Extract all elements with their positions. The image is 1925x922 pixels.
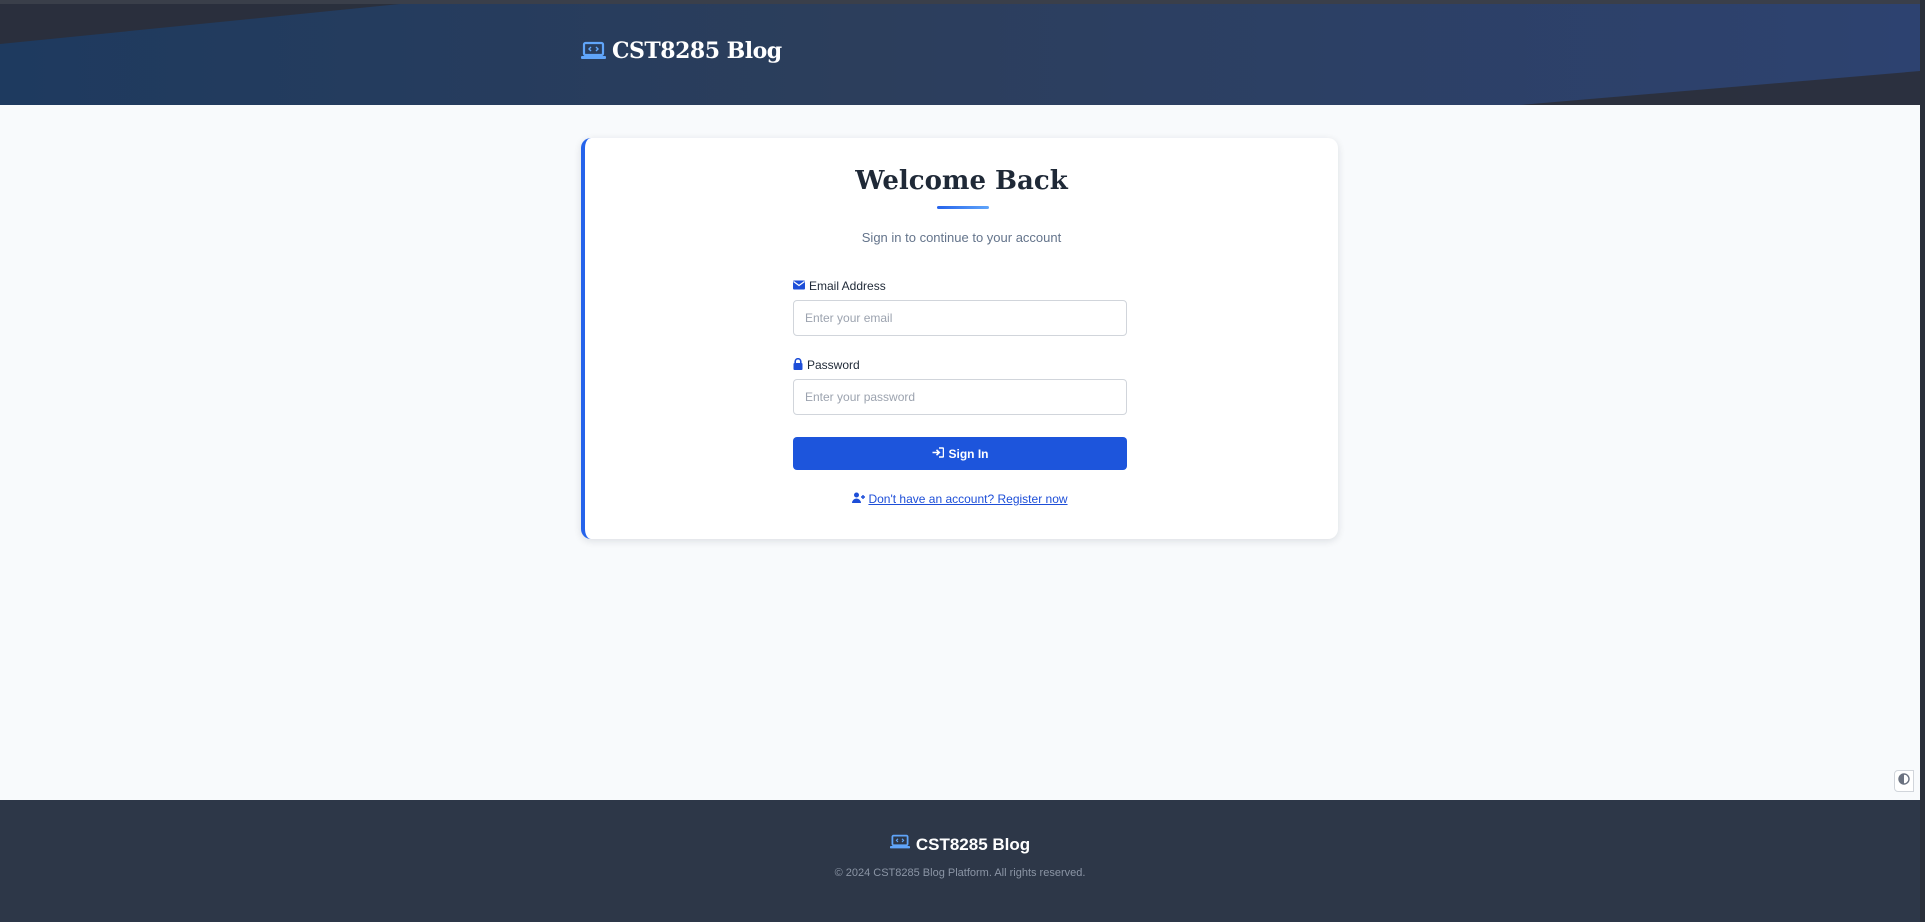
register-row: Don't have an account? Register now bbox=[793, 490, 1127, 508]
password-label: Password bbox=[793, 357, 1127, 373]
register-link[interactable]: Don't have an account? Register now bbox=[868, 492, 1067, 506]
footer-brand: CST8285 Blog bbox=[0, 834, 1920, 855]
envelope-icon bbox=[793, 279, 805, 293]
sign-in-icon bbox=[932, 446, 944, 461]
header-decoration bbox=[1520, 71, 1920, 105]
lock-icon bbox=[793, 357, 803, 373]
site-footer: CST8285 Blog © 2024 CST8285 Blog Platfor… bbox=[0, 800, 1920, 922]
email-field[interactable] bbox=[793, 300, 1127, 336]
circle-half-icon bbox=[1898, 772, 1910, 790]
header-brand-text: CST8285 Blog bbox=[612, 38, 782, 64]
laptop-code-icon bbox=[581, 41, 606, 61]
email-group: Email Address bbox=[793, 278, 1127, 336]
sign-in-label: Sign In bbox=[948, 446, 989, 461]
password-group: Password bbox=[793, 357, 1127, 415]
email-label: Email Address bbox=[793, 278, 1127, 294]
side-widget-button[interactable] bbox=[1894, 770, 1914, 792]
password-label-text: Password bbox=[807, 358, 860, 372]
email-label-text: Email Address bbox=[809, 279, 886, 293]
header-brand-link[interactable]: CST8285 Blog bbox=[581, 38, 782, 64]
laptop-code-icon bbox=[889, 834, 910, 855]
page-subtitle: Sign in to continue to your account bbox=[861, 230, 1062, 245]
footer-brand-text: CST8285 Blog bbox=[915, 834, 1031, 854]
page: CST8285 Blog Welcome Back Sign in to con… bbox=[0, 0, 1920, 922]
site-header: CST8285 Blog bbox=[0, 0, 1920, 105]
login-form: Email Address Password bbox=[793, 278, 1127, 508]
user-plus-icon bbox=[852, 490, 866, 508]
title-underline bbox=[937, 206, 989, 209]
sign-in-button[interactable]: Sign In bbox=[793, 437, 1127, 470]
page-title: Welcome Back bbox=[855, 166, 1068, 196]
password-field[interactable] bbox=[793, 379, 1127, 415]
header-decoration bbox=[0, 4, 400, 44]
login-card: Welcome Back Sign in to continue to your… bbox=[581, 138, 1338, 539]
copyright-text: © 2024 CST8285 Blog Platform. All rights… bbox=[834, 867, 1086, 879]
window-edge bbox=[1920, 0, 1925, 922]
